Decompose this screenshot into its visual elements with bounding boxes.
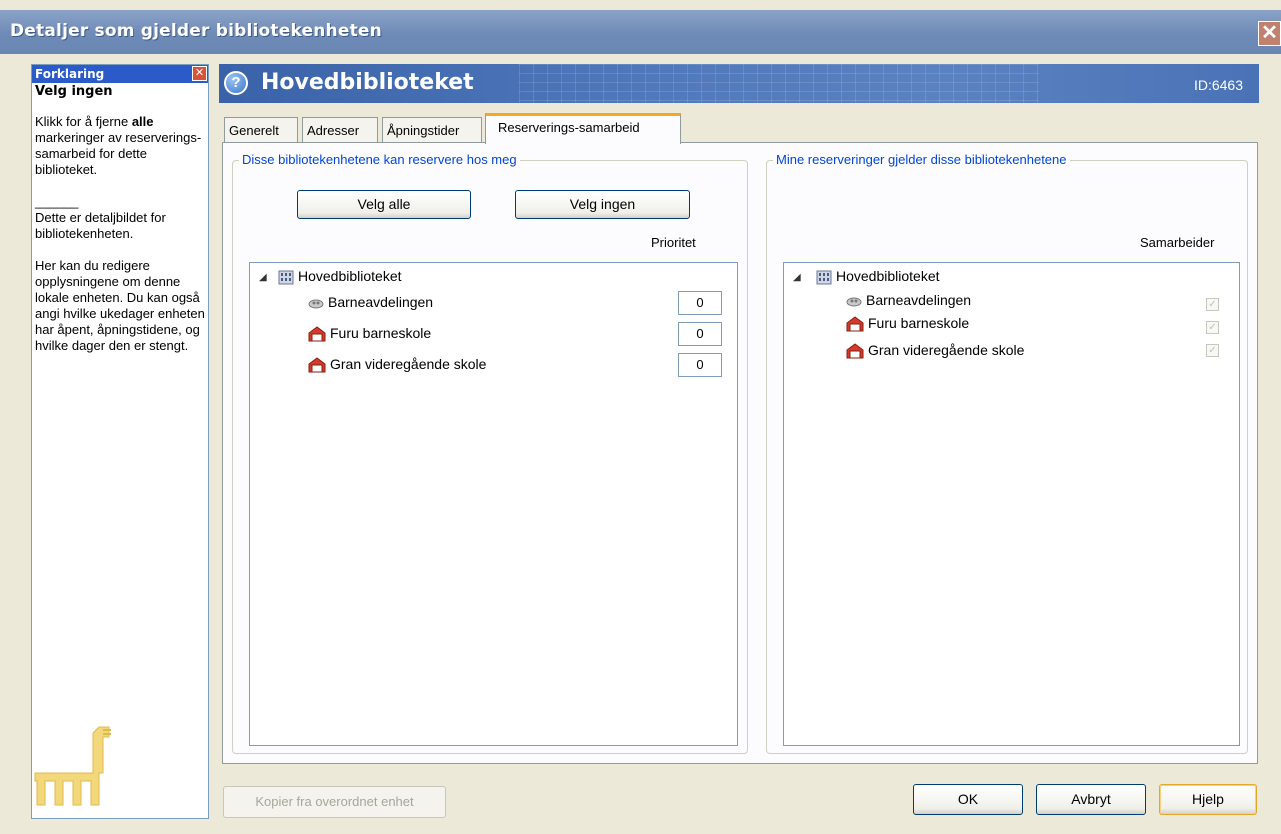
window-title: Detaljer som gjelder bibliotekenheten [10, 21, 382, 41]
help-paragraph-2: Dette er detaljbildet for bibliotekenhet… [35, 210, 166, 241]
cancel-button[interactable]: Avbryt [1036, 784, 1146, 815]
tree-item[interactable]: Gran videregående skole [846, 340, 1024, 360]
school-house-icon [846, 316, 864, 332]
page-title: Hovedbiblioteket [261, 70, 474, 95]
help-pane: Forklaring ✕ Velg ingen Klikk for å fjer… [31, 64, 209, 819]
school-house-icon [308, 357, 326, 373]
right-tree[interactable]: ◢ Hovedbiblioteket Barneavdelingen Furu … [783, 262, 1240, 746]
help-button[interactable]: Hjelp [1159, 784, 1257, 815]
select-all-button[interactable]: Velg alle [297, 190, 471, 219]
school-house-icon [308, 326, 326, 342]
copy-from-parent-button[interactable]: Kopier fra overordnet enhet [223, 786, 446, 818]
help-separator: ______ [35, 194, 79, 209]
left-group-legend: Disse bibliotekenhetene kan reservere ho… [239, 152, 520, 167]
select-none-button[interactable]: Velg ingen [515, 190, 690, 219]
help-paragraph-1: Klikk for å fjerne alle markeringer av r… [35, 114, 202, 177]
tree-item[interactable]: Gran videregående skole [308, 354, 486, 374]
priority-column-header: Prioritet [651, 235, 696, 250]
branch-icon [846, 297, 862, 307]
tab-reserverings-samarbeid[interactable]: Reserverings-samarbeid [485, 113, 681, 144]
window-titlebar[interactable]: Detaljer som gjelder bibliotekenheten ✕ [0, 10, 1281, 54]
tab-apningstider[interactable]: Åpningstider [382, 117, 482, 143]
help-question-icon[interactable]: ? [224, 71, 248, 95]
cooperation-checkbox[interactable]: ✓ [1206, 344, 1219, 357]
help-header: Forklaring ✕ [32, 65, 208, 83]
tree-item[interactable]: Barneavdelingen [308, 292, 433, 312]
header-pattern [519, 64, 1039, 103]
tree-root-item[interactable]: Hovedbiblioteket [816, 266, 940, 286]
header-band: ? Hovedbiblioteket ID:6463 [219, 64, 1259, 103]
collapse-arrow-icon[interactable]: ◢ [793, 272, 801, 283]
help-header-label: Forklaring [35, 67, 105, 81]
library-building-icon [278, 270, 294, 285]
left-tree[interactable]: ◢ Hovedbiblioteket Barneavdelingen Furu … [249, 262, 738, 746]
help-close-icon[interactable]: ✕ [192, 66, 207, 81]
help-body: Klikk for å fjerne alle markeringer av r… [32, 100, 208, 354]
close-icon[interactable]: ✕ [1258, 21, 1281, 46]
library-building-icon [816, 270, 832, 285]
tree-item[interactable]: Barneavdelingen [846, 290, 971, 310]
cooperation-checkbox[interactable]: ✓ [1206, 298, 1219, 311]
collapse-arrow-icon[interactable]: ◢ [259, 272, 267, 283]
tree-item[interactable]: Furu barneskole [308, 323, 431, 343]
tab-adresser[interactable]: Adresser [302, 117, 378, 143]
mascot-logo-icon [33, 697, 123, 817]
tab-generelt[interactable]: Generelt [224, 117, 298, 143]
window-frame [0, 54, 6, 834]
ok-button[interactable]: OK [913, 784, 1023, 815]
tree-root-item[interactable]: Hovedbiblioteket [278, 266, 402, 286]
cooperation-checkbox[interactable]: ✓ [1206, 321, 1219, 334]
branch-icon [308, 299, 324, 309]
unit-id: ID:6463 [1193, 77, 1243, 93]
help-subtitle: Velg ingen [35, 84, 113, 99]
priority-input[interactable]: 0 [678, 353, 722, 377]
school-house-icon [846, 343, 864, 359]
help-paragraph-3: Her kan du redigere opplysningene om den… [35, 258, 205, 353]
priority-input[interactable]: 0 [678, 322, 722, 346]
cooperation-column-header: Samarbeider [1140, 235, 1215, 250]
right-group-legend: Mine reserveringer gjelder disse bibliot… [773, 152, 1070, 167]
priority-input[interactable]: 0 [678, 291, 722, 315]
tree-item[interactable]: Furu barneskole [846, 313, 969, 333]
